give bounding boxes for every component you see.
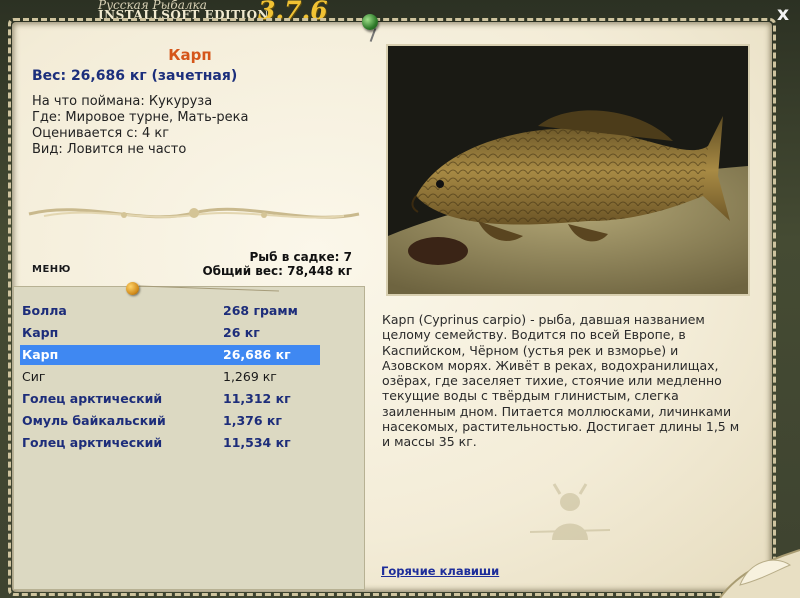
catch-fish-weight: 11,534 кг <box>223 435 291 450</box>
menu-button[interactable]: МЕНЮ <box>32 264 71 275</box>
carp-illustration-icon <box>388 46 748 294</box>
hotkeys-link[interactable]: Горячие клавиши <box>381 564 499 578</box>
catch-list-item[interactable]: Голец арктический 11,312 кг <box>20 389 320 409</box>
page-curl-ornament <box>719 549 800 598</box>
catch-fish-name: Голец арктический <box>22 391 163 406</box>
fish-weight: Вес: 26,686 кг (зачетная) <box>32 68 238 84</box>
catch-fish-weight: 26,686 кг <box>223 347 291 362</box>
orange-pushpin-icon <box>126 282 139 295</box>
catch-fish-name: Карп <box>22 325 59 340</box>
catch-fish-name: Болла <box>22 303 67 318</box>
fish-place: Где: Мировое турне, Мать-река <box>32 110 249 125</box>
catch-fish-weight: 1,269 кг <box>223 369 277 384</box>
catch-list-item[interactable]: Карп 26 кг <box>20 323 320 343</box>
catch-fish-name: Голец арктический <box>22 435 163 450</box>
catch-fish-weight: 11,312 кг <box>223 391 291 406</box>
fish-description: Карп (Cyprinus carpio) - рыба, давшая на… <box>382 312 740 450</box>
carp-photo <box>386 44 750 296</box>
catch-list-item[interactable]: Голец арктический 11,534 кг <box>20 433 320 453</box>
app-title: INSTALLSOFT EDITION <box>98 8 270 22</box>
catch-list-item[interactable]: Омуль байкальский 1,376 кг <box>20 411 320 431</box>
fish-name: Карп <box>168 46 212 64</box>
catch-fish-name: Сиг <box>22 369 46 384</box>
cage-count: Рыб в садке: 7 <box>249 250 353 264</box>
catch-fish-weight: 268 грамм <box>223 303 298 318</box>
catch-fish-name: Карп <box>22 347 59 362</box>
catch-list-item[interactable]: Сиг 1,269 кг <box>20 367 320 387</box>
catch-fish-name: Омуль байкальский <box>22 413 166 428</box>
fish-bait: На что поймана: Кукуруза <box>32 94 213 109</box>
fish-rated-from: Оценивается с: 4 кг <box>32 126 170 141</box>
app-window: Русская Рыбалка INSTALLSOFT EDITION 3.7.… <box>0 0 800 598</box>
cage-total-weight: Общий вес: 78,448 кг <box>202 264 352 278</box>
catch-fish-weight: 26 кг <box>223 325 260 340</box>
close-button[interactable]: x <box>772 4 794 24</box>
catch-list-item[interactable]: Карп 26,686 кг <box>20 345 320 365</box>
divider-ornament-icon <box>28 207 360 219</box>
fisherman-silhouette-icon <box>530 483 610 540</box>
catch-list-item[interactable]: Болла 268 грамм <box>20 301 320 321</box>
catch-fish-weight: 1,376 кг <box>223 413 282 428</box>
fish-kind: Вид: Ловится не часто <box>32 142 187 157</box>
green-pushpin-icon <box>362 14 378 30</box>
